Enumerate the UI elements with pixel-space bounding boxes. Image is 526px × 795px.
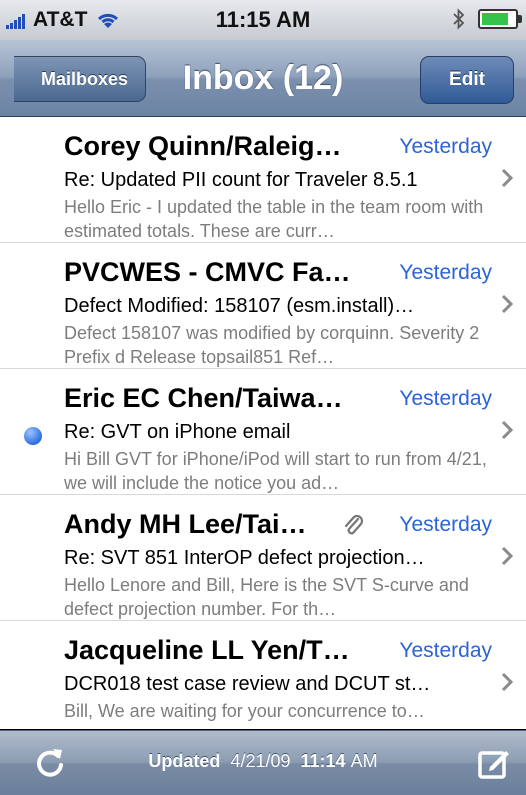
- updated-date: 4/21/09: [230, 751, 291, 771]
- message-date: Yesterday: [399, 261, 492, 284]
- status-right: [452, 8, 522, 30]
- chevron-right-icon: [501, 294, 514, 314]
- message-date: Yesterday: [399, 135, 492, 158]
- message-subject: DCR018 test case review and DCUT st…: [64, 673, 431, 695]
- updated-label: Updated: [148, 751, 221, 771]
- back-button-label: Mailboxes: [40, 68, 129, 89]
- chevron-right-icon: [501, 420, 514, 440]
- message-sender: PVCWES - CMVC Fa…: [64, 257, 351, 287]
- message-subject: Re: GVT on iPhone email: [64, 421, 291, 443]
- message-sender: Andy MH Lee/Tai…: [64, 509, 307, 539]
- message-date: Yesterday: [399, 387, 492, 410]
- updated-ampm: AM: [350, 751, 378, 771]
- message-preview: Hello Lenore and Bill, Here is the SVT S…: [64, 575, 469, 619]
- message-sender: Jacqueline LL Yen/T…: [64, 635, 350, 665]
- message-preview: Bill, We are waiting for your concurrenc…: [64, 701, 425, 721]
- message-row[interactable]: Jacqueline LL Yen/T… Yesterday DCR018 te…: [0, 621, 526, 729]
- message-date: Yesterday: [399, 513, 492, 536]
- mailboxes-back-button[interactable]: Mailboxes: [14, 56, 146, 102]
- clock: 11:15 AM: [215, 7, 311, 32]
- message-row[interactable]: Corey Quinn/Raleig… Yesterday Re: Update…: [0, 117, 526, 243]
- unread-dot-icon: [24, 427, 42, 445]
- message-list[interactable]: Corey Quinn/Raleig… Yesterday Re: Update…: [0, 117, 526, 729]
- navigation-bar: Inbox (12) Mailboxes Edit: [0, 40, 526, 117]
- message-sender: Corey Quinn/Raleig…: [64, 131, 342, 161]
- bottom-toolbar: Updated 4/21/09 11:14 AM: [0, 730, 526, 795]
- status-bar: AT&T 11:15 AM: [0, 0, 526, 40]
- edit-button[interactable]: Edit: [420, 56, 514, 104]
- message-row[interactable]: Andy MH Lee/Tai… Yesterday Re: SVT 851 I…: [0, 495, 526, 621]
- bluetooth-icon: [452, 8, 466, 30]
- chevron-right-icon: [501, 168, 514, 188]
- updated-time: 11:14: [300, 751, 346, 771]
- message-subject: Re: Updated PII count for Traveler 8.5.1: [64, 169, 418, 191]
- battery-icon: [478, 9, 522, 29]
- chevron-right-icon: [501, 546, 514, 566]
- message-date: Yesterday: [399, 639, 492, 662]
- compose-icon[interactable]: [476, 745, 512, 781]
- message-sender: Eric EC Chen/Taiwa…: [64, 383, 343, 413]
- chevron-right-icon: [501, 672, 514, 692]
- message-subject: Re: SVT 851 InterOP defect projection…: [64, 547, 425, 569]
- message-preview: Defect 158107 was modified by corquinn. …: [64, 323, 480, 367]
- message-row[interactable]: PVCWES - CMVC Fa… Yesterday Defect Modif…: [0, 243, 526, 369]
- message-preview: Hi Bill GVT for iPhone/iPod will start t…: [64, 449, 487, 493]
- message-row[interactable]: Eric EC Chen/Taiwa… Yesterday Re: GVT on…: [0, 369, 526, 495]
- paperclip-icon: [344, 514, 364, 535]
- message-subject: Defect Modified: 158107 (esm.install)…: [64, 295, 415, 317]
- updated-status: Updated 4/21/09 11:14 AM: [0, 751, 526, 772]
- message-preview: Hello Eric - I updated the table in the …: [64, 197, 484, 241]
